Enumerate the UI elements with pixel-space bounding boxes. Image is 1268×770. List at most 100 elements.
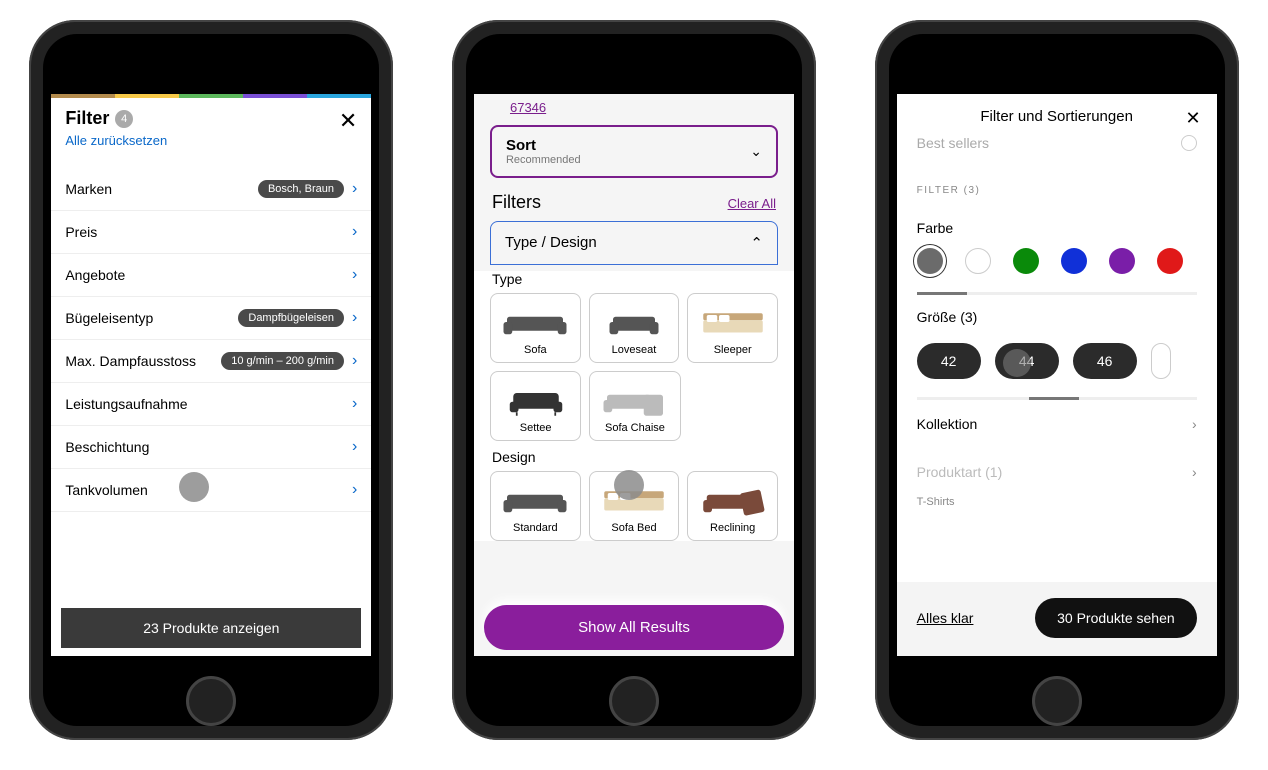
product-tile[interactable]: Reclining [687, 471, 778, 541]
reset-all-link[interactable]: Alle zurücksetzen [65, 133, 357, 148]
chevron-right-icon: › [352, 352, 357, 370]
color-swatch[interactable] [1013, 248, 1039, 274]
phone-mock-3: Filter und Sortierungen ✕ Best sellers F… [875, 20, 1239, 740]
filter-row-label: Tankvolumen [65, 482, 148, 498]
show-products-button[interactable]: 23 Produkte anzeigen [61, 608, 361, 648]
product-tile[interactable]: Standard [490, 471, 581, 541]
clear-all-link[interactable]: Clear All [728, 196, 776, 211]
apply-button[interactable]: 30 Produkte sehen [1035, 598, 1197, 638]
modal-title: Filter und Sortierungen [980, 108, 1133, 125]
type-design-panel: Type / Design ⌃ [490, 221, 778, 265]
screen-3: Filter und Sortierungen ✕ Best sellers F… [897, 94, 1217, 656]
tile-label: Standard [513, 522, 558, 534]
type-subheading: Type [492, 271, 776, 287]
filter-row-label: Preis [65, 224, 97, 240]
size-option[interactable]: 42 [917, 343, 981, 379]
sort-value: Recommended [506, 154, 581, 166]
touch-indicator [614, 470, 644, 500]
tile-label: Reclining [710, 522, 755, 534]
color-swatch[interactable] [965, 248, 991, 274]
chevron-up-icon: ⌃ [750, 234, 763, 252]
product-tile[interactable]: Sofa [490, 293, 581, 363]
product-tile[interactable]: Settee [490, 371, 581, 441]
color-label: Farbe [897, 206, 1217, 248]
radio-unchecked-icon [1181, 135, 1197, 151]
filter-list: MarkenBosch, Braun›Preis›Angebote›Bügele… [51, 168, 371, 512]
filter-value-pill: Bosch, Braun [258, 180, 344, 198]
panel-toggle[interactable]: Type / Design ⌃ [491, 222, 777, 264]
filter-row[interactable]: Preis › [51, 211, 371, 254]
chevron-down-icon: ⌄ [750, 143, 762, 160]
filter-value-pill: Dampfbügeleisen [238, 309, 344, 327]
filter-count-badge: 4 [115, 110, 133, 128]
color-swatch-row [897, 248, 1217, 288]
zip-link[interactable]: 67346 [474, 94, 794, 125]
show-results-button[interactable]: Show All Results [484, 605, 784, 650]
produktart-value: T-Shirts [897, 496, 1217, 508]
size-option[interactable]: 44 [995, 343, 1059, 379]
tile-label: Sleeper [714, 344, 752, 356]
produktart-row[interactable]: Produktart (1) › [897, 448, 1217, 496]
phone-mock-2: 67346 Sort Recommended ⌄ Filters Clear A… [452, 20, 816, 740]
product-tile[interactable]: Sofa Chaise [589, 371, 680, 441]
scroll-indicator [917, 397, 1197, 400]
color-swatch[interactable] [1157, 248, 1183, 274]
size-option[interactable] [1151, 343, 1171, 379]
filter-row[interactable]: Beschichtung › [51, 426, 371, 469]
tile-label: Settee [520, 422, 552, 434]
filter-row-label: Angebote [65, 267, 125, 283]
sort-label: Sort [506, 137, 581, 154]
chevron-right-icon: › [352, 395, 357, 413]
tile-label: Loveseat [612, 344, 657, 356]
chevron-right-icon: › [352, 309, 357, 327]
filter-row-label: Leistungsaufnahme [65, 396, 187, 412]
type-tile-grid: Sofa Loveseat Sleeper Settee Sofa Chaise [490, 293, 778, 441]
scroll-indicator [917, 292, 1197, 295]
filter-row-label: Bügeleisentyp [65, 310, 153, 326]
sort-best-sellers[interactable]: Best sellers [897, 135, 1217, 167]
sort-dropdown[interactable]: Sort Recommended ⌄ [490, 125, 778, 178]
chevron-right-icon: › [1192, 416, 1197, 432]
filter-row[interactable]: Max. Dampfausstoss 10 g/min – 200 g/min › [51, 340, 371, 383]
chevron-right-icon: › [352, 481, 357, 499]
filter-row[interactable]: Marken Bosch, Braun › [51, 168, 371, 211]
screen-2: 67346 Sort Recommended ⌄ Filters Clear A… [474, 94, 794, 656]
size-label: Größe (3) [897, 295, 1217, 337]
filters-heading: Filters [492, 192, 541, 213]
filter-row[interactable]: Bügeleisentyp Dampfbügeleisen › [51, 297, 371, 340]
filter-row[interactable]: Tankvolumen › [51, 469, 371, 512]
filter-row-label: Beschichtung [65, 439, 149, 455]
tile-label: Sofa [524, 344, 547, 356]
filter-title: Filter [65, 108, 109, 129]
chevron-right-icon: › [1192, 464, 1197, 480]
home-button[interactable] [609, 676, 659, 726]
home-button[interactable] [1032, 676, 1082, 726]
size-option[interactable]: 46 [1073, 343, 1137, 379]
color-swatch[interactable] [1061, 248, 1087, 274]
design-subheading: Design [492, 449, 776, 465]
color-swatch[interactable] [917, 248, 943, 274]
chevron-right-icon: › [352, 438, 357, 456]
phone-mock-1: Filter 4 ✕ Alle zurücksetzen Marken Bosch… [29, 20, 393, 740]
kollektion-row[interactable]: Kollektion › [897, 400, 1217, 448]
close-icon[interactable]: ✕ [1186, 108, 1201, 129]
filter-row[interactable]: Leistungsaufnahme › [51, 383, 371, 426]
filter-row-label: Marken [65, 181, 112, 197]
filter-value-pill: 10 g/min – 200 g/min [221, 352, 344, 370]
product-tile[interactable]: Loveseat [589, 293, 680, 363]
product-tile[interactable]: Sleeper [687, 293, 778, 363]
filter-count-heading: FILTER (3) [897, 167, 1217, 206]
home-button[interactable] [186, 676, 236, 726]
panel-title: Type / Design [505, 234, 597, 252]
tile-label: Sofa Bed [611, 522, 656, 534]
close-icon[interactable]: ✕ [339, 108, 357, 134]
tile-label: Sofa Chaise [605, 422, 665, 434]
filter-row[interactable]: Angebote› [51, 254, 371, 297]
modal-footer: Alles klar 30 Produkte sehen [897, 582, 1217, 656]
screen-1: Filter 4 ✕ Alle zurücksetzen Marken Bosch… [51, 94, 371, 656]
chevron-right-icon: › [352, 223, 357, 241]
chevron-right-icon: › [352, 180, 357, 198]
filter-row-label: Max. Dampfausstoss [65, 353, 196, 369]
clear-button[interactable]: Alles klar [917, 610, 974, 626]
color-swatch[interactable] [1109, 248, 1135, 274]
